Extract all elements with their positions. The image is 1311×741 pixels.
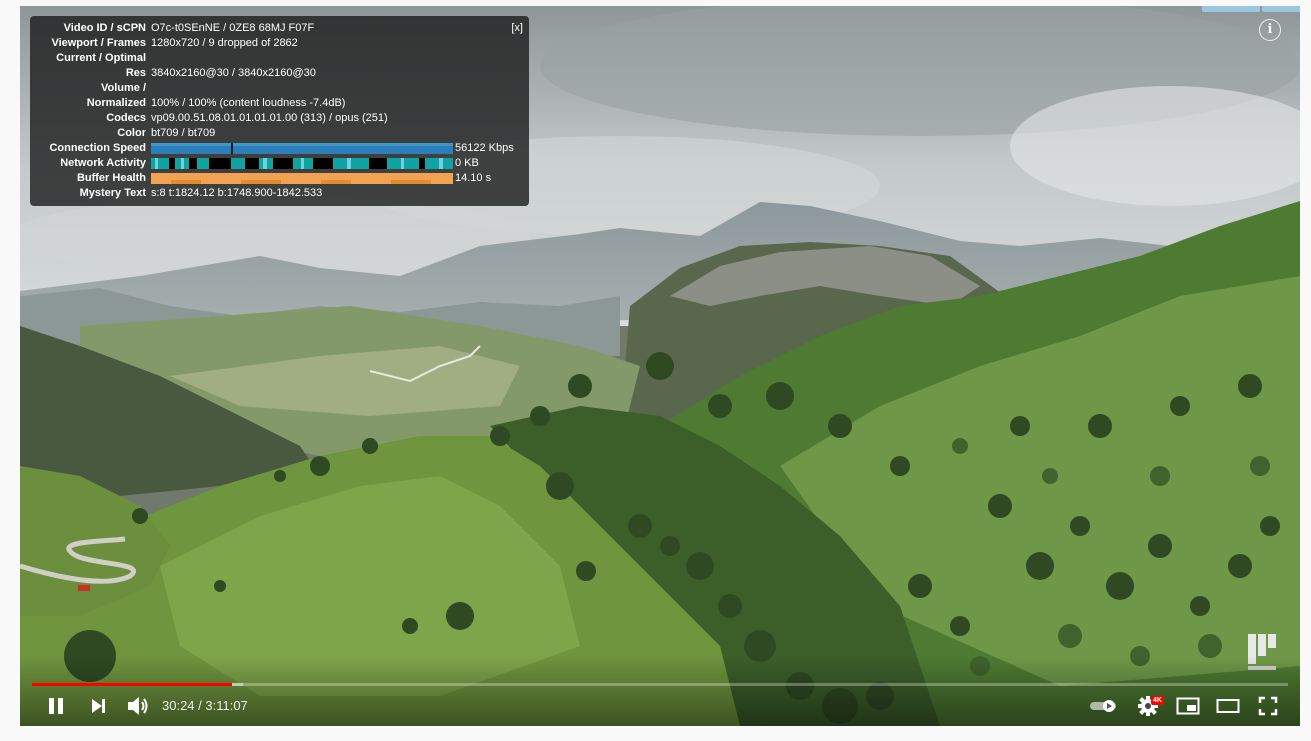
stats-row-network-activity: Network Activity 0 KB [30, 156, 529, 171]
stats-row-volume: Volume / [30, 81, 529, 96]
stats-label: Volume / [100, 82, 146, 94]
stats-label: Buffer Health [76, 172, 146, 184]
fullscreen-button[interactable] [1254, 692, 1282, 720]
autoplay-toggle-icon [1090, 700, 1116, 712]
stats-value: 56122 Kbps [455, 142, 514, 154]
stats-label: Mystery Text [79, 187, 146, 199]
stats-label: Normalized [86, 97, 146, 109]
stats-value: 3840x2160@30 / 3840x2160@30 [151, 67, 316, 79]
stats-row-viewport: Viewport / Frames 1280x720 / 9 dropped o… [30, 36, 529, 51]
buffer-health-graph [151, 173, 453, 184]
fullscreen-icon [1258, 696, 1278, 716]
stats-row-mystery-text: Mystery Text s:8 t:1824.12 b:1748.900-18… [30, 186, 529, 201]
progress-played [32, 683, 232, 686]
stats-row-video-id: Video ID / sCPN O7c-t0SEnNE / 0ZE8 68MJ … [30, 21, 529, 36]
volume-icon [128, 697, 148, 715]
network-activity-graph [151, 158, 453, 169]
stats-row-normalized: Normalized 100% / 100% (content loudness… [30, 96, 529, 111]
miniplayer-button[interactable] [1174, 692, 1202, 720]
next-button[interactable] [84, 692, 112, 720]
stats-value [151, 81, 529, 96]
stats-value: O7c-t0SEnNE / 0ZE8 68MJ F07F [151, 22, 315, 34]
info-button[interactable]: i [1259, 19, 1281, 41]
info-icon: i [1267, 22, 1273, 37]
stats-value: 14.10 s [455, 172, 492, 184]
video-player[interactable]: [x] Video ID / sCPN O7c-t0SEnNE / 0ZE8 6… [20, 6, 1300, 726]
stats-label: Color [117, 127, 146, 139]
stats-row-codecs: Codecs vp09.00.51.08.01.01.01.01.00 (313… [30, 111, 529, 126]
stats-label: Network Activity [60, 157, 146, 169]
stats-value: 100% / 100% (content loudness -7.4dB) [151, 97, 346, 109]
progress-bar[interactable] [32, 683, 1288, 686]
miniplayer-icon [1176, 697, 1200, 715]
pause-icon [49, 698, 63, 714]
stats-value: s:8 t:1824.12 b:1748.900-1842.533 [151, 187, 323, 199]
stats-label: Connection Speed [49, 142, 146, 154]
volume-button[interactable] [123, 692, 153, 720]
stats-row-current-optimal: Current / Optimal [30, 51, 529, 66]
stats-row-connection-speed: Connection Speed 56122 Kbps [30, 141, 529, 156]
stats-label: Viewport / Frames [51, 37, 146, 49]
stats-row-color: Color bt709 / bt709 [30, 126, 529, 141]
quality-badge: 4K [1151, 696, 1164, 705]
stats-value: bt709 / bt709 [151, 127, 216, 139]
stats-value: vp09.00.51.08.01.01.01.01.00 (313) / opu… [151, 112, 388, 124]
stats-value: 0 KB [455, 157, 479, 169]
theater-mode-icon [1216, 699, 1240, 713]
stats-row-res: Res 3840x2160@30 / 3840x2160@30 [30, 66, 529, 81]
stats-label: Video ID / sCPN [63, 22, 146, 34]
stats-for-nerds-panel: [x] Video ID / sCPN O7c-t0SEnNE / 0ZE8 6… [30, 16, 529, 206]
stats-row-buffer-health: Buffer Health 14.10 s [30, 171, 529, 186]
stats-label: Current / Optimal [56, 52, 146, 64]
stats-close-button[interactable]: [x] [511, 21, 523, 36]
connection-speed-graph [151, 143, 453, 154]
stats-value: 1280x720 / 9 dropped of 2862 [151, 37, 298, 49]
stats-label: Res [125, 67, 146, 79]
play-pause-button[interactable] [42, 692, 70, 720]
stats-label: Codecs [106, 112, 146, 124]
top-tab-strip [1202, 6, 1300, 12]
stats-value [151, 51, 529, 66]
progress-loaded [231, 683, 243, 686]
theater-mode-button[interactable] [1214, 692, 1242, 720]
time-display: 30:24 / 3:11:07 [162, 698, 248, 713]
next-icon [92, 699, 105, 713]
autoplay-toggle[interactable] [1088, 692, 1120, 720]
